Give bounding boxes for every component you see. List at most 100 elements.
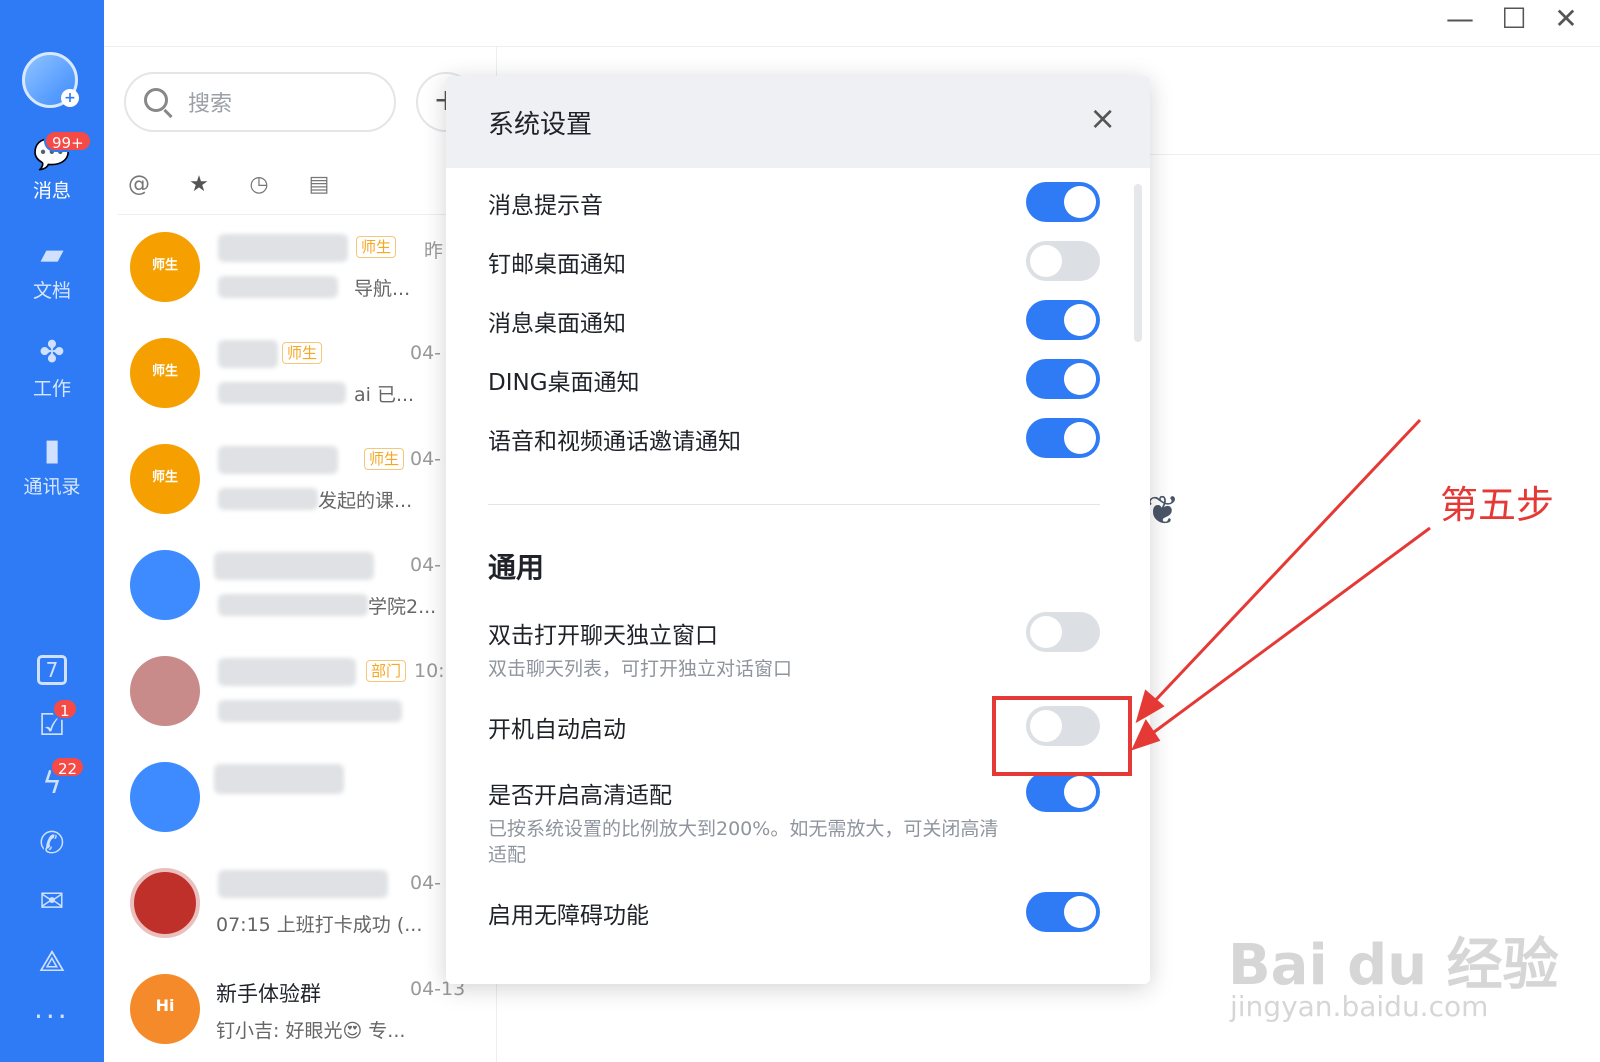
nav-item-work[interactable]: ✤ 工作 <box>0 334 104 401</box>
blurred-name <box>218 658 356 686</box>
org-avatar <box>130 868 200 938</box>
user-avatar[interactable]: + <box>22 52 79 108</box>
setting-description: 双击聊天列表，可打开独立对话窗口 <box>488 658 793 680</box>
filter-mention[interactable]: @ <box>124 172 154 197</box>
nav-label: 通讯录 <box>23 476 81 498</box>
setting-label: 语音和视频通话邀请通知 <box>488 429 741 455</box>
filter-star[interactable]: ★ <box>184 172 214 197</box>
chat-item[interactable]: 师生 师生 04- 发起的课... <box>118 428 496 534</box>
apps-icon[interactable]: ⟁ <box>32 942 72 982</box>
chat-snippet: ai 已... <box>354 384 415 406</box>
filter-recent[interactable]: ◷ <box>244 172 274 197</box>
maximize-button[interactable]: ☐ <box>1494 2 1534 35</box>
chat-time: 04- <box>410 342 442 364</box>
nav-item-contacts[interactable]: ▮ 通讯录 <box>0 432 104 499</box>
toggle-message-notify[interactable] <box>1026 300 1100 340</box>
toggle-message-sound[interactable] <box>1026 182 1100 222</box>
close-window-button[interactable]: ✕ <box>1546 2 1586 35</box>
blurred-snippet <box>218 488 318 510</box>
chat-item[interactable]: 师生 师生 04- ai 已... <box>118 322 496 428</box>
close-icon[interactable]: × <box>1089 100 1116 136</box>
group-avatar: Hi <box>130 974 200 1044</box>
toggle-double-click-window[interactable] <box>1026 612 1100 652</box>
blurred-snippet <box>218 594 368 616</box>
calendar-icon[interactable]: 7 <box>32 648 72 688</box>
setting-label: 启用无障碍功能 <box>488 903 649 929</box>
search-box[interactable]: 搜索 <box>124 72 396 132</box>
watermark-logo: Bai du 经验 <box>1228 933 1559 998</box>
chat-snippet: 钉小吉: 好眼光😍 专... <box>216 1020 406 1042</box>
chat-item[interactable]: Hi 新手体验群 04-13 钉小吉: 好眼光😍 专... <box>118 958 496 1062</box>
nav-label: 消息 <box>32 180 71 202</box>
chat-item[interactable]: 04- 07:15 上班打卡成功 (... <box>118 852 496 958</box>
blurred-name <box>218 870 388 898</box>
mail-icon[interactable]: ✉ <box>32 882 72 922</box>
ding-icon[interactable]: ϟ 22 <box>32 756 86 804</box>
arrow-line <box>1145 526 1431 740</box>
dialog-header: 系统设置 × <box>446 76 1150 168</box>
more-icon[interactable]: ··· <box>34 1000 70 1033</box>
settings-dialog: 系统设置 × 消息提示音 钉邮桌面通知 消息桌面通知 DING桌面通知 语音和视… <box>446 76 1150 984</box>
minimize-button[interactable]: — <box>1440 2 1480 35</box>
search-icon <box>144 88 168 112</box>
blurred-name <box>214 552 374 580</box>
chat-time: 04- <box>410 448 442 470</box>
blurred-name <box>218 446 338 474</box>
grid-icon: ✤ <box>39 335 65 370</box>
chat-time: 昨 <box>424 240 444 262</box>
blurred-snippet <box>218 276 338 298</box>
toggle-ding-notify[interactable] <box>1026 359 1100 399</box>
setting-label: 开机自动启动 <box>488 717 626 743</box>
chat-snippet: 07:15 上班打卡成功 (... <box>216 914 423 936</box>
blurred-snippet <box>218 382 346 404</box>
watermark-url: jingyan.baidu.com <box>1230 990 1489 1023</box>
dialog-title: 系统设置 <box>488 110 593 140</box>
highlight-box <box>992 696 1132 776</box>
chat-item[interactable] <box>118 746 496 852</box>
toggle-hd-adapt[interactable] <box>1026 772 1100 812</box>
setting-label: DING桌面通知 <box>488 370 640 396</box>
toggle-mail-notify[interactable] <box>1026 241 1100 281</box>
todo-badge: 1 <box>52 698 78 720</box>
chat-tag: 师生 <box>356 236 397 258</box>
ding-badge: 22 <box>50 756 86 778</box>
nav-item-docs[interactable]: ▰ 文档 <box>0 236 104 303</box>
placeholder-logo-icon: ❦ <box>1146 488 1180 534</box>
filter-divider <box>118 214 496 215</box>
step-annotation: 第五步 <box>1440 483 1555 527</box>
toggle-accessibility[interactable] <box>1026 892 1100 932</box>
search-placeholder: 搜索 <box>188 92 233 117</box>
call-icon[interactable]: ✆ <box>32 824 72 864</box>
blurred-name <box>218 340 278 368</box>
app-window: + 💬 消息 99+ ▰ 文档 ✤ 工作 ▮ 通讯录 7 ☑ 1 ϟ 22 ✆ ✉ … <box>0 0 1600 1062</box>
todo-icon[interactable]: ☑ 1 <box>32 698 78 746</box>
arrow-line <box>1148 418 1422 708</box>
setting-label: 双击打开聊天独立窗口 <box>488 623 718 649</box>
chat-item[interactable]: 04- 学院2... <box>118 534 496 640</box>
chat-tag: 师生 <box>282 342 323 364</box>
filter-doc[interactable]: ▤ <box>304 172 334 197</box>
nav-item-messages[interactable]: 💬 消息 99+ <box>0 130 104 203</box>
setting-label: 消息提示音 <box>488 193 603 219</box>
folder-icon: ▰ <box>40 237 64 272</box>
contact-avatar <box>130 762 200 832</box>
chat-snippet: 学院2... <box>368 596 437 618</box>
chat-item[interactable]: 部门 10: 99 <box>118 640 504 746</box>
scrollbar[interactable] <box>1134 184 1142 342</box>
chat-snippet: 导航... <box>354 278 411 300</box>
chat-item[interactable]: 师生 师生 昨 导航... <box>118 216 496 322</box>
chat-name: 新手体验群 <box>216 982 321 1006</box>
left-nav: + 💬 消息 99+ ▰ 文档 ✤ 工作 ▮ 通讯录 7 ☑ 1 ϟ 22 ✆ ✉ … <box>0 0 104 1062</box>
chat-tag: 部门 <box>366 660 407 682</box>
contact-avatar <box>130 656 200 726</box>
setting-label: 消息桌面通知 <box>488 311 626 337</box>
group-avatar: 师生 <box>130 338 200 408</box>
group-avatar: 师生 <box>130 444 200 514</box>
chat-time: 10: <box>414 660 445 682</box>
unread-badge: 99+ <box>44 130 92 152</box>
chat-snippet: 发起的课... <box>318 490 413 512</box>
toggle-call-invite-notify[interactable] <box>1026 418 1100 458</box>
add-status-icon[interactable]: + <box>61 89 79 107</box>
top-divider <box>104 46 1600 47</box>
contact-avatar <box>130 550 200 620</box>
